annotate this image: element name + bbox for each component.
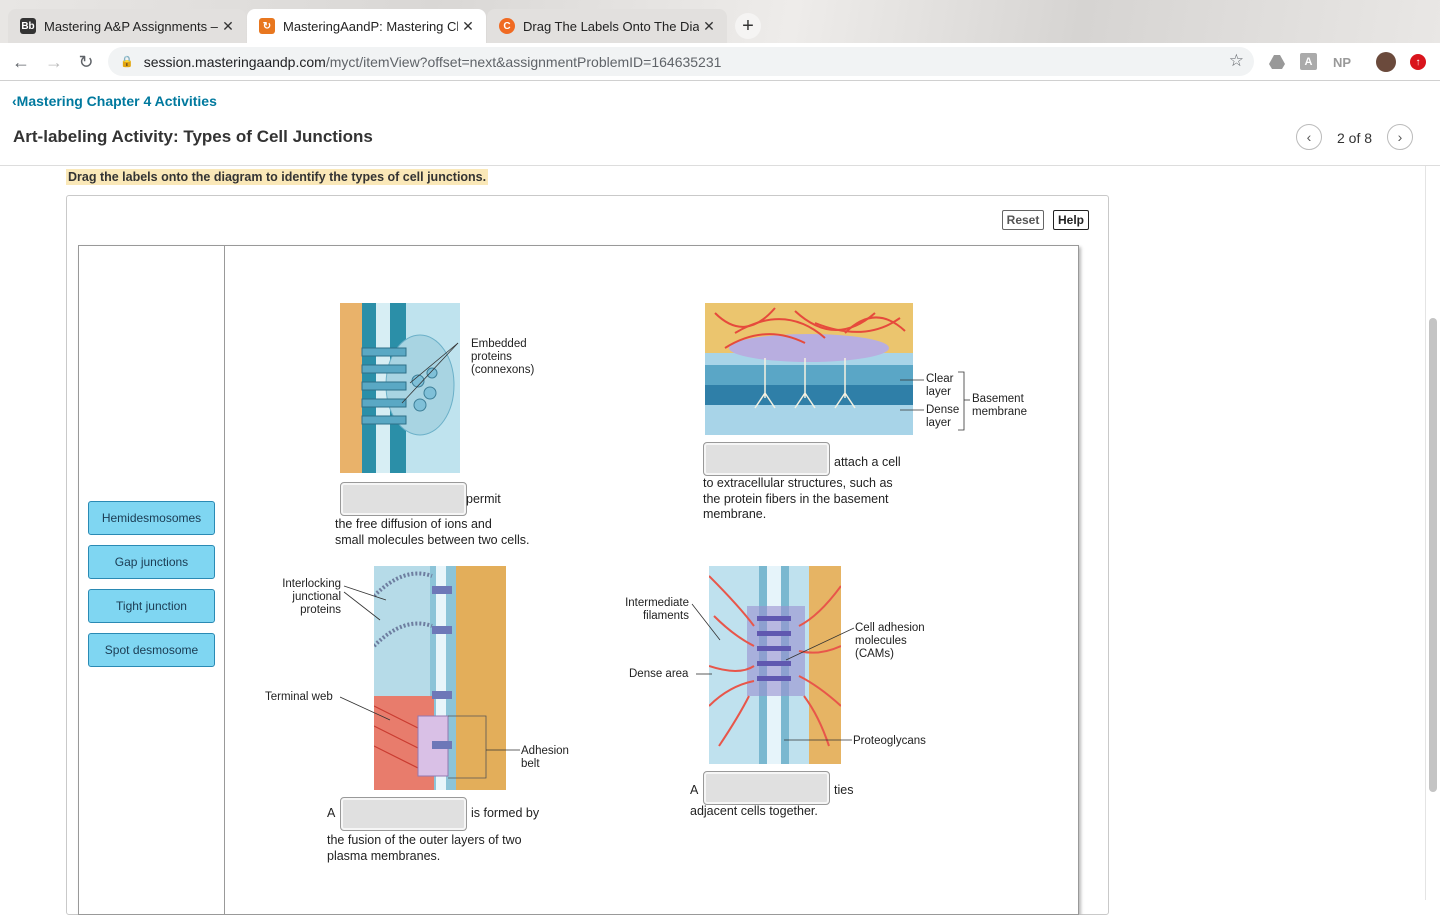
label-tight-junction[interactable]: Tight junction (88, 589, 215, 623)
annotation: Cell adhesion molecules (CAMs) (855, 622, 925, 660)
close-icon[interactable]: ✕ (699, 18, 719, 35)
gap-after-text: permit (466, 492, 501, 506)
drop-zone-tight[interactable] (340, 797, 467, 831)
forward-arrow-icon[interactable]: → (43, 51, 65, 73)
browser-toolbar: ← → ↻ 🔒 session.masteringaandp.com/myct/… (0, 43, 1440, 81)
reset-button[interactable]: Reset (1002, 210, 1044, 230)
tab-mastering-assignments[interactable]: Bb Mastering A&P Assignments – ✕ (8, 9, 246, 43)
diagram-workarea (78, 245, 1079, 915)
hemi-caption: to extracellular structures, such as the … (703, 476, 893, 521)
tab-title: Mastering A&P Assignments – (44, 18, 218, 34)
browser-tab-bar: Bb Mastering A&P Assignments – ✕ ↻ Maste… (0, 0, 1440, 43)
close-icon[interactable]: ✕ (458, 18, 478, 35)
url-host: session.masteringaandp.com (143, 53, 326, 70)
page-title: Art-labeling Activity: Types of Cell Jun… (13, 127, 373, 146)
tight-leader-lines (340, 585, 520, 751)
extension-icon[interactable]: A (1300, 53, 1317, 70)
back-link-label: Mastering Chapter 4 Activities (16, 93, 217, 109)
tab-masteringaandp[interactable]: ↻ MasteringAandP: Mastering Ch ✕ (247, 9, 486, 43)
drop-zone-spot[interactable] (703, 771, 830, 805)
url-path: /myct/itemView?offset=next&assignmentPro… (325, 53, 722, 70)
gap-junction-illustration (340, 303, 460, 473)
content-edge (1425, 166, 1426, 900)
avatar[interactable] (1376, 52, 1396, 72)
tight-caption: the fusion of the outer layers of two pla… (327, 833, 522, 863)
label-column-divider (224, 245, 225, 915)
scrollbar-thumb[interactable] (1429, 318, 1437, 792)
help-button[interactable]: Help (1053, 210, 1089, 230)
spot-before-text: A (690, 783, 699, 797)
reload-icon[interactable]: ↻ (75, 51, 97, 73)
annotation: Basement membrane (972, 393, 1027, 418)
close-icon[interactable]: ✕ (218, 18, 238, 35)
hemidesmosome-illustration (705, 303, 913, 435)
mastering-icon: ↻ (259, 18, 275, 34)
label-spot-desmosome[interactable]: Spot desmosome (88, 633, 215, 667)
spot-after-text: ties (834, 783, 854, 797)
header-divider (0, 165, 1440, 166)
previous-page-button[interactable]: ‹ (1296, 124, 1322, 150)
bookmark-star-icon[interactable]: ☆ (1229, 51, 1244, 71)
annotation: Embedded proteins (connexons) (471, 338, 535, 376)
spot-leader-lines (691, 603, 855, 741)
chegg-icon: C (499, 18, 515, 34)
spot-caption: adjacent cells together. (690, 804, 818, 818)
np-extension[interactable]: NP (1331, 52, 1353, 72)
annotation: Dense area (629, 668, 689, 680)
gap-caption: the free diffusion of ions and small mole… (335, 517, 530, 547)
annotation: Interlocking junctional proteins (282, 578, 341, 616)
annotation: Proteoglycans (853, 735, 926, 747)
tab-title: Drag The Labels Onto The Diag (523, 18, 699, 34)
lock-icon: 🔒 (120, 56, 134, 68)
hemi-after-text: attach a cell (834, 455, 901, 469)
update-icon[interactable]: ↑ (1410, 54, 1426, 70)
drop-zone-hemi[interactable] (703, 442, 830, 476)
back-arrow-icon[interactable]: ← (10, 51, 32, 73)
tab-title: MasteringAandP: Mastering Ch (283, 18, 458, 34)
back-to-chapter-link[interactable]: ‹Mastering Chapter 4 Activities (12, 93, 217, 109)
instruction-text: Drag the labels onto the diagram to iden… (66, 169, 489, 185)
next-page-button[interactable]: › (1387, 124, 1413, 150)
drive-icon[interactable] (1268, 52, 1286, 72)
tight-after-text: is formed by (471, 806, 540, 820)
annotation: Terminal web (265, 691, 333, 703)
tight-before-text: A (327, 806, 336, 820)
label-hemidesmosomes[interactable]: Hemidesmosomes (88, 501, 215, 535)
label-gap-junctions[interactable]: Gap junctions (88, 545, 215, 579)
bracket-lines (900, 371, 970, 431)
drop-zone-gap[interactable] (340, 482, 467, 516)
address-bar[interactable]: 🔒 session.masteringaandp.com/myct/itemVi… (108, 47, 1254, 76)
page-counter: 2 of 8 (1337, 130, 1373, 146)
annotation: Intermediate filaments (625, 597, 689, 622)
blackboard-icon: Bb (20, 18, 36, 34)
new-tab-plus-icon[interactable]: + (735, 13, 761, 39)
tab-drag-labels[interactable]: C Drag The Labels Onto The Diag ✕ (487, 9, 727, 43)
